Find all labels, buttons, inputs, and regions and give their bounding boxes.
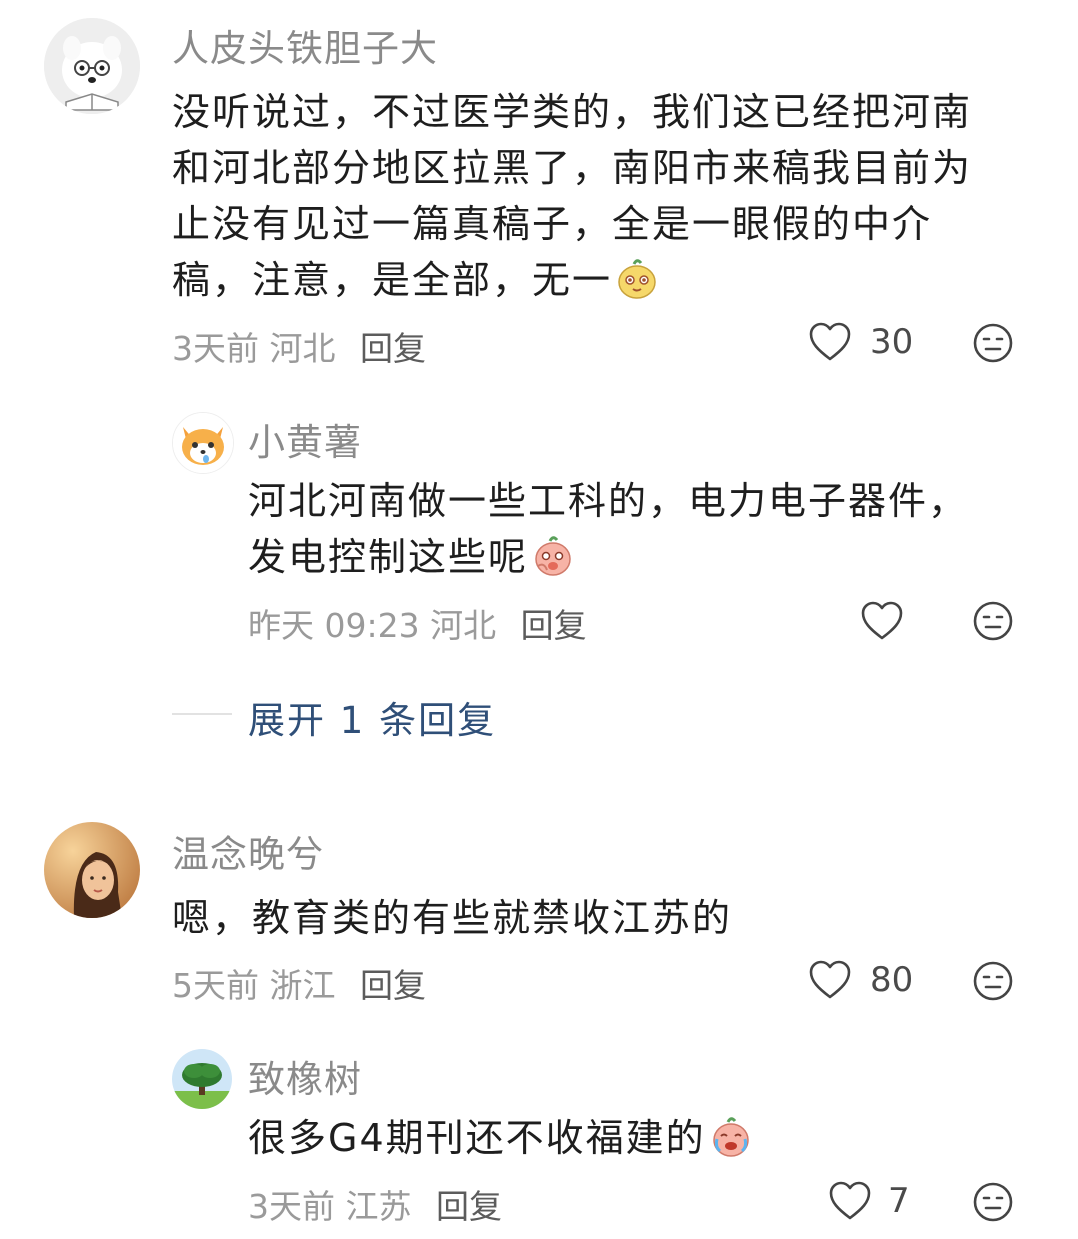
peach-sticker-icon	[530, 532, 576, 578]
comment-text: 嗯，教育类的有些就禁收江苏的	[172, 890, 1052, 946]
meh-face-icon	[973, 601, 1013, 641]
comment-author-name[interactable]: 人皮头铁胆子大	[172, 18, 438, 72]
reply-text: 河北河南做一些工科的，电力电子器件， 发电控制这些呢	[248, 473, 1048, 585]
reply-button[interactable]: 回复	[436, 1187, 502, 1226]
expand-replies-button[interactable]: 展开 1 条回复	[248, 690, 496, 744]
reply-author-name[interactable]: 致橡树	[248, 1049, 362, 1103]
meh-face-icon	[973, 961, 1013, 1001]
avatar[interactable]	[172, 1049, 232, 1109]
cat-avatar-icon	[173, 413, 233, 473]
reply-button[interactable]: 回复	[360, 329, 426, 368]
like-count: 7	[888, 1181, 910, 1221]
heart-outline-icon	[809, 322, 851, 361]
comment-time: 5天前	[172, 966, 259, 1005]
avatar[interactable]	[44, 18, 140, 114]
like-button[interactable]	[808, 959, 852, 1001]
reply-text-line: 很多G4期刊还不收福建的	[248, 1116, 706, 1160]
reply-meta: 昨天 09:23 河北 回复	[248, 599, 587, 647]
reply-button[interactable]: 回复	[521, 606, 587, 645]
dislike-button[interactable]	[972, 322, 1014, 364]
reply-meta: 3天前 江苏 回复	[248, 1180, 502, 1228]
comment-text-line: 稿，注意，是全部，无一	[172, 258, 613, 302]
portrait-avatar-icon	[44, 822, 140, 918]
reply-location: 河北	[430, 606, 497, 645]
expand-divider	[172, 713, 232, 715]
crying-peach-sticker-icon	[708, 1113, 754, 1159]
reply-text-line: 河北河南做一些工科的，电力电子器件，	[248, 479, 969, 523]
tree-avatar-icon	[172, 1049, 232, 1109]
reply-text-line: 发电控制这些呢	[248, 535, 529, 579]
comment-meta: 3天前 河北 回复	[172, 322, 426, 370]
comment-text-line: 止没有见过一篇真稿子，全是一眼假的中介	[172, 202, 933, 246]
like-button[interactable]	[860, 600, 904, 642]
comment-text-line: 没听说过，不过医学类的，我们这已经把河南	[172, 90, 973, 134]
reply-time: 3天前	[248, 1187, 335, 1226]
comment-text-line: 嗯，教育类的有些就禁收江苏的	[172, 896, 733, 940]
potato-sticker-icon	[614, 255, 660, 301]
meh-face-icon	[973, 1182, 1013, 1222]
reply-author-name[interactable]: 小黄薯	[248, 412, 362, 466]
avatar[interactable]	[172, 412, 234, 474]
reply-location: 江苏	[345, 1187, 412, 1226]
reply-text: 很多G4期刊还不收福建的	[248, 1110, 1048, 1166]
like-count: 30	[870, 322, 914, 362]
heart-outline-icon	[829, 1181, 871, 1220]
dog-avatar-icon	[44, 18, 140, 114]
reply-time: 昨天 09:23	[248, 606, 420, 645]
comment-location: 河北	[269, 329, 336, 368]
dislike-button[interactable]	[972, 960, 1014, 1002]
comment-location: 浙江	[269, 966, 336, 1005]
dislike-button[interactable]	[972, 600, 1014, 642]
meh-face-icon	[973, 323, 1013, 363]
heart-outline-icon	[861, 601, 903, 640]
reply-button[interactable]: 回复	[360, 966, 426, 1005]
comment-time: 3天前	[172, 329, 259, 368]
comment-meta: 5天前 浙江 回复	[172, 959, 426, 1007]
comment-author-name[interactable]: 温念晚兮	[172, 824, 324, 878]
comment-text: 没听说过，不过医学类的，我们这已经把河南 和河北部分地区拉黑了，南阳市来稿我目前…	[172, 84, 1052, 308]
avatar[interactable]	[44, 822, 140, 918]
heart-outline-icon	[809, 960, 851, 999]
like-button[interactable]	[808, 321, 852, 363]
comment-text-line: 和河北部分地区拉黑了，南阳市来稿我目前为	[172, 146, 973, 190]
like-count: 80	[870, 960, 914, 1000]
dislike-button[interactable]	[972, 1181, 1014, 1223]
like-button[interactable]	[828, 1180, 872, 1222]
